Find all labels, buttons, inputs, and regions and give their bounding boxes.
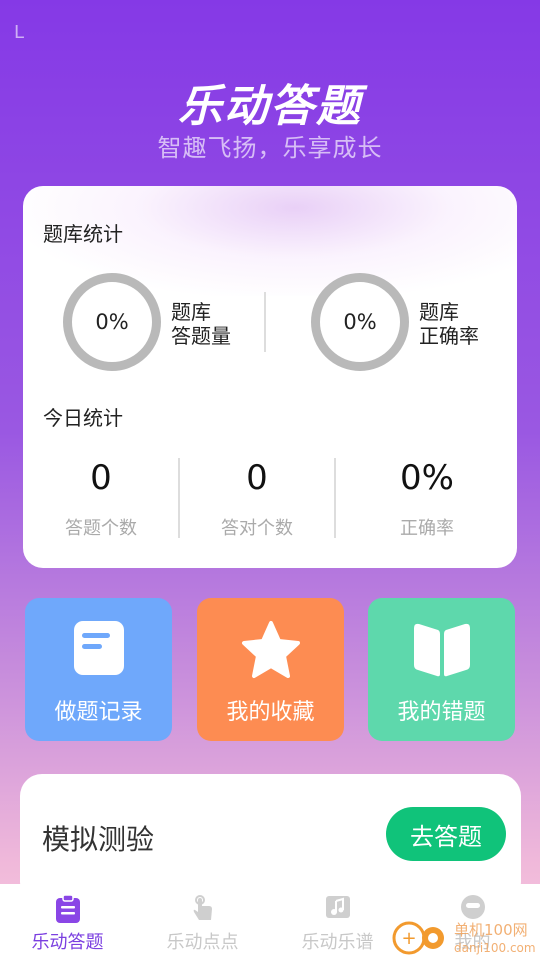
bank-answer-label: 题库 答题量: [171, 300, 231, 348]
start-quiz-button[interactable]: 去答题: [386, 807, 506, 861]
today-accuracy-label: 正确率: [400, 518, 454, 539]
svg-text:danji100.com: danji100.com: [454, 941, 536, 955]
favorites-tile[interactable]: 我的收藏: [197, 598, 344, 741]
today-stats-title: 今日统计: [43, 406, 123, 430]
tab-tap-label: 乐动点点: [166, 932, 239, 953]
today-answered-label: 答题个数: [65, 518, 137, 539]
today-answered-value: 0: [90, 458, 112, 498]
bank-accuracy-label-line2: 正确率: [419, 324, 479, 348]
today-correct-value: 0: [246, 458, 268, 498]
site-watermark: + 单机100网 danji100.com: [392, 916, 538, 958]
divider: [334, 458, 336, 538]
bank-answer-label-line1: 题库: [171, 300, 211, 324]
app-title: 乐动答题: [178, 81, 362, 132]
bank-stats-title: 题库统计: [43, 222, 123, 246]
stats-card: 题库统计 0% 题库 答题量 0% 题库 正确率 今日统计 0 答题个数 0 答…: [23, 186, 517, 568]
tab-sheet-music[interactable]: 乐动乐谱: [270, 884, 405, 960]
tab-quiz-label: 乐动答题: [31, 932, 104, 953]
today-answered: 0 答题个数: [23, 458, 179, 540]
tab-quiz[interactable]: 乐动答题: [0, 884, 135, 960]
bank-accuracy-label-line1: 题库: [419, 300, 459, 324]
music-note-icon: [325, 894, 351, 924]
today-accuracy: 0% 正确率: [349, 458, 505, 540]
wrong-answers-label: 我的错题: [397, 700, 486, 725]
bank-answer-ring: 0%: [63, 273, 161, 371]
today-accuracy-value: 0%: [400, 458, 454, 498]
wrong-answers-tile[interactable]: 我的错题: [368, 598, 515, 741]
star-icon: [197, 620, 344, 680]
book-icon: [368, 620, 515, 680]
divider: [264, 292, 266, 352]
favorites-label: 我的收藏: [226, 700, 315, 725]
mock-test-title: 模拟测验: [42, 823, 155, 856]
bank-answer-label-line2: 答题量: [171, 324, 231, 348]
tab-sheet-music-label: 乐动乐谱: [301, 932, 374, 953]
answer-history-tile[interactable]: 做题记录: [25, 598, 172, 741]
tap-icon: [191, 894, 215, 926]
bank-accuracy-value: 0%: [343, 310, 377, 334]
today-correct: 0 答对个数: [179, 458, 335, 540]
bank-answer-value: 0%: [95, 310, 129, 334]
answer-history-label: 做题记录: [54, 700, 143, 725]
svg-text:单机100网: 单机100网: [454, 921, 528, 939]
app-subtitle: 智趣飞扬，乐享成长: [157, 134, 383, 162]
tab-tap[interactable]: 乐动点点: [135, 884, 270, 960]
clipboard-icon: [55, 894, 81, 928]
svg-text:+: +: [401, 928, 416, 949]
bank-accuracy-ring: 0%: [311, 273, 409, 371]
bank-accuracy-label: 题库 正确率: [419, 300, 479, 348]
status-bar-indicator: L: [14, 22, 25, 43]
today-correct-label: 答对个数: [221, 518, 293, 539]
document-icon: [25, 620, 172, 680]
